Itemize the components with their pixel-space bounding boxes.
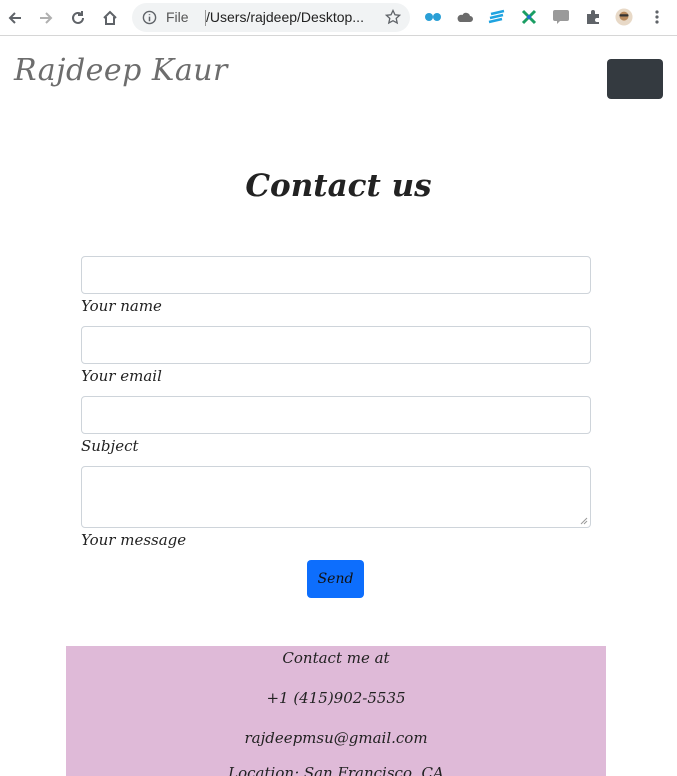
message-textarea[interactable] — [81, 466, 591, 528]
browser-toolbar: File /Users/rajdeep/Desktop... — [0, 0, 677, 36]
contact-location: Location: San Francisco, CA — [228, 764, 444, 776]
profile-button[interactable] — [615, 8, 633, 26]
name-label: Your name — [81, 297, 162, 315]
cloud-icon — [457, 12, 473, 22]
info-icon[interactable] — [142, 10, 157, 25]
back-button[interactable] — [3, 6, 27, 30]
navbar-toggle-button[interactable] — [607, 59, 663, 99]
url-text[interactable]: /Users/rajdeep/Desktop... — [206, 9, 364, 25]
avatar — [615, 8, 633, 26]
site-logo[interactable]: Rajdeep Kaur — [14, 53, 228, 88]
email-label: Your email — [81, 367, 162, 385]
email-input[interactable] — [81, 326, 591, 364]
send-button[interactable]: Send — [307, 560, 364, 598]
contact-phone[interactable]: +1 (415)902-5535 — [66, 689, 606, 707]
contact-heading: Contact me at — [282, 649, 390, 667]
extension-icon[interactable] — [456, 8, 474, 26]
extension-icon[interactable] — [424, 8, 442, 26]
infinity-extension-icon — [425, 13, 441, 21]
extension-icon[interactable] — [552, 8, 570, 26]
reload-icon — [72, 11, 84, 24]
extension-icon[interactable] — [520, 8, 538, 26]
browser-menu-button[interactable] — [648, 8, 666, 26]
url-scheme: File — [166, 9, 189, 25]
subject-label: Subject — [81, 437, 139, 455]
stripes-extension-icon — [488, 9, 505, 24]
subject-input[interactable] — [81, 396, 591, 434]
arrow-left-icon — [8, 12, 21, 24]
kebab-menu-icon — [655, 10, 659, 24]
forward-button[interactable] — [34, 6, 58, 30]
arrow-right-icon — [40, 12, 53, 24]
resize-handle-icon[interactable] — [580, 517, 588, 525]
address-bar[interactable]: File /Users/rajdeep/Desktop... — [132, 3, 410, 32]
page-title: Contact us — [245, 168, 432, 204]
name-input[interactable] — [81, 256, 591, 294]
extension-icon[interactable] — [488, 8, 506, 26]
home-button[interactable] — [98, 6, 122, 30]
puzzle-icon — [587, 10, 599, 24]
reload-button[interactable] — [66, 6, 90, 30]
contact-email[interactable]: rajdeepmsu@gmail.com — [66, 729, 606, 747]
extensions-button[interactable] — [584, 8, 602, 26]
contact-section: Contact me at +1 (415)902-5535 rajdeepms… — [66, 646, 606, 776]
home-icon — [103, 10, 117, 25]
chat-extension-icon — [553, 10, 569, 24]
message-label: Your message — [81, 531, 187, 549]
star-icon[interactable] — [385, 9, 401, 25]
x-extension-icon — [521, 9, 537, 25]
